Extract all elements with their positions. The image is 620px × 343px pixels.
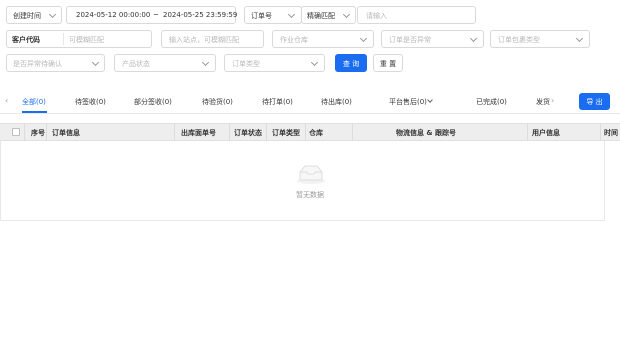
tab-pending-outbound[interactable]: 待出库(0) bbox=[321, 97, 352, 107]
date-range-picker[interactable]: 2024-05-12 00:00:00 ~ 2024-05-25 23:59:5… bbox=[66, 6, 238, 24]
chevron-down-icon bbox=[201, 58, 210, 67]
tab-pending-sign[interactable]: 待签收(0) bbox=[75, 97, 106, 107]
exception-confirm-select[interactable]: 是否异常待确认 bbox=[6, 54, 105, 72]
product-status-select[interactable]: 产品状态 bbox=[114, 54, 216, 72]
chevron-down-icon[interactable] bbox=[427, 97, 433, 103]
end-date: 2024-05-25 23:59:59 bbox=[163, 11, 238, 19]
start-date: 2024-05-12 00:00:00 bbox=[76, 11, 151, 19]
tab-all[interactable]: 全部(0) bbox=[22, 97, 46, 107]
match-mode-select[interactable]: 精确匹配 bbox=[301, 6, 356, 24]
tab-pending-print[interactable]: 待打单(0) bbox=[262, 97, 293, 107]
chevron-down-icon bbox=[342, 10, 351, 19]
tab-shipping[interactable]: 发货 bbox=[536, 97, 550, 107]
order-number-placeholder: 请输入 bbox=[366, 12, 387, 20]
customer-code-label: 客户代码 bbox=[12, 36, 40, 44]
column-header-user-info: 用户信息 bbox=[532, 129, 560, 137]
empty-box-icon bbox=[297, 165, 325, 184]
search-button[interactable]: 查 询 bbox=[335, 54, 367, 72]
order-type-placeholder: 订单类型 bbox=[232, 60, 260, 68]
tab-platform-aftersale[interactable]: 平台售后(0) bbox=[389, 97, 427, 107]
customer-code-placeholder: 可模糊匹配 bbox=[69, 36, 104, 44]
column-divider bbox=[46, 124, 47, 141]
column-divider bbox=[352, 124, 353, 141]
table-header: 序号 订单信息 出库面单号 订单状态 订单类型 仓库 物流信息 & 跟踪号 用户… bbox=[0, 123, 620, 141]
order-type-select[interactable]: 订单类型 bbox=[224, 54, 325, 72]
package-type-select[interactable]: 订单包裹类型 bbox=[490, 30, 590, 48]
match-mode-value: 精确匹配 bbox=[307, 12, 335, 20]
chevron-down-icon bbox=[575, 34, 584, 43]
column-divider bbox=[527, 124, 528, 141]
order-exception-placeholder: 订单是否异常 bbox=[389, 36, 431, 44]
customer-code-field[interactable]: 客户代码 可模糊匹配 bbox=[6, 30, 152, 48]
tab-completed[interactable]: 已完成(0) bbox=[476, 97, 507, 107]
tabs-prev-icon[interactable]: ‹ bbox=[5, 96, 8, 105]
column-divider bbox=[600, 124, 601, 141]
chevron-down-icon bbox=[91, 58, 100, 67]
exception-confirm-placeholder: 是否异常待确认 bbox=[13, 60, 62, 68]
chevron-down-icon bbox=[359, 34, 368, 43]
tabs-divider bbox=[0, 113, 620, 114]
chevron-down-icon bbox=[469, 34, 478, 43]
chevron-down-icon bbox=[310, 58, 319, 67]
empty-state-text: 暂无数据 bbox=[296, 191, 324, 199]
package-type-placeholder: 订单包裹类型 bbox=[498, 36, 540, 44]
column-header-logistics: 物流信息 & 跟踪号 bbox=[396, 129, 456, 137]
column-divider bbox=[24, 124, 25, 141]
order-number-input[interactable]: 请输入 bbox=[357, 6, 476, 24]
column-divider bbox=[305, 124, 306, 141]
select-all-checkbox[interactable] bbox=[12, 128, 20, 136]
column-divider bbox=[174, 124, 175, 141]
order-field-select[interactable]: 订单号 bbox=[244, 6, 302, 24]
order-exception-select[interactable]: 订单是否异常 bbox=[381, 30, 484, 48]
column-divider bbox=[266, 124, 267, 141]
time-type-value: 创建时间 bbox=[13, 12, 41, 20]
column-header-time: 时间 bbox=[604, 129, 618, 137]
order-field-value: 订单号 bbox=[251, 12, 272, 20]
column-header-waybill: 出库面单号 bbox=[181, 129, 216, 137]
tab-partial-sign[interactable]: 部分签收(0) bbox=[134, 97, 172, 107]
export-button[interactable]: 导 出 bbox=[579, 93, 610, 110]
column-header-index: 序号 bbox=[31, 129, 45, 137]
tab-pending-inspect[interactable]: 待验货(0) bbox=[202, 97, 233, 107]
column-divider bbox=[229, 124, 230, 141]
date-range-separator: ~ bbox=[153, 11, 159, 19]
tabs-next-icon[interactable]: › bbox=[551, 96, 554, 105]
site-placeholder: 输入站点，可模糊匹配 bbox=[169, 36, 239, 44]
divider bbox=[63, 33, 64, 45]
column-header-order-type: 订单类型 bbox=[272, 129, 300, 137]
column-header-order-status: 订单状态 bbox=[234, 129, 262, 137]
column-header-order-info: 订单信息 bbox=[52, 129, 80, 137]
product-status-placeholder: 产品状态 bbox=[122, 60, 150, 68]
column-header-warehouse: 仓库 bbox=[309, 129, 323, 137]
warehouse-select[interactable]: 作业仓库 bbox=[272, 30, 374, 48]
time-type-select[interactable]: 创建时间 bbox=[6, 6, 62, 24]
warehouse-placeholder: 作业仓库 bbox=[280, 36, 308, 44]
chevron-down-icon bbox=[287, 10, 296, 19]
reset-button[interactable]: 重 置 bbox=[373, 54, 403, 72]
site-input[interactable]: 输入站点，可模糊匹配 bbox=[161, 30, 264, 48]
chevron-down-icon bbox=[48, 10, 57, 19]
